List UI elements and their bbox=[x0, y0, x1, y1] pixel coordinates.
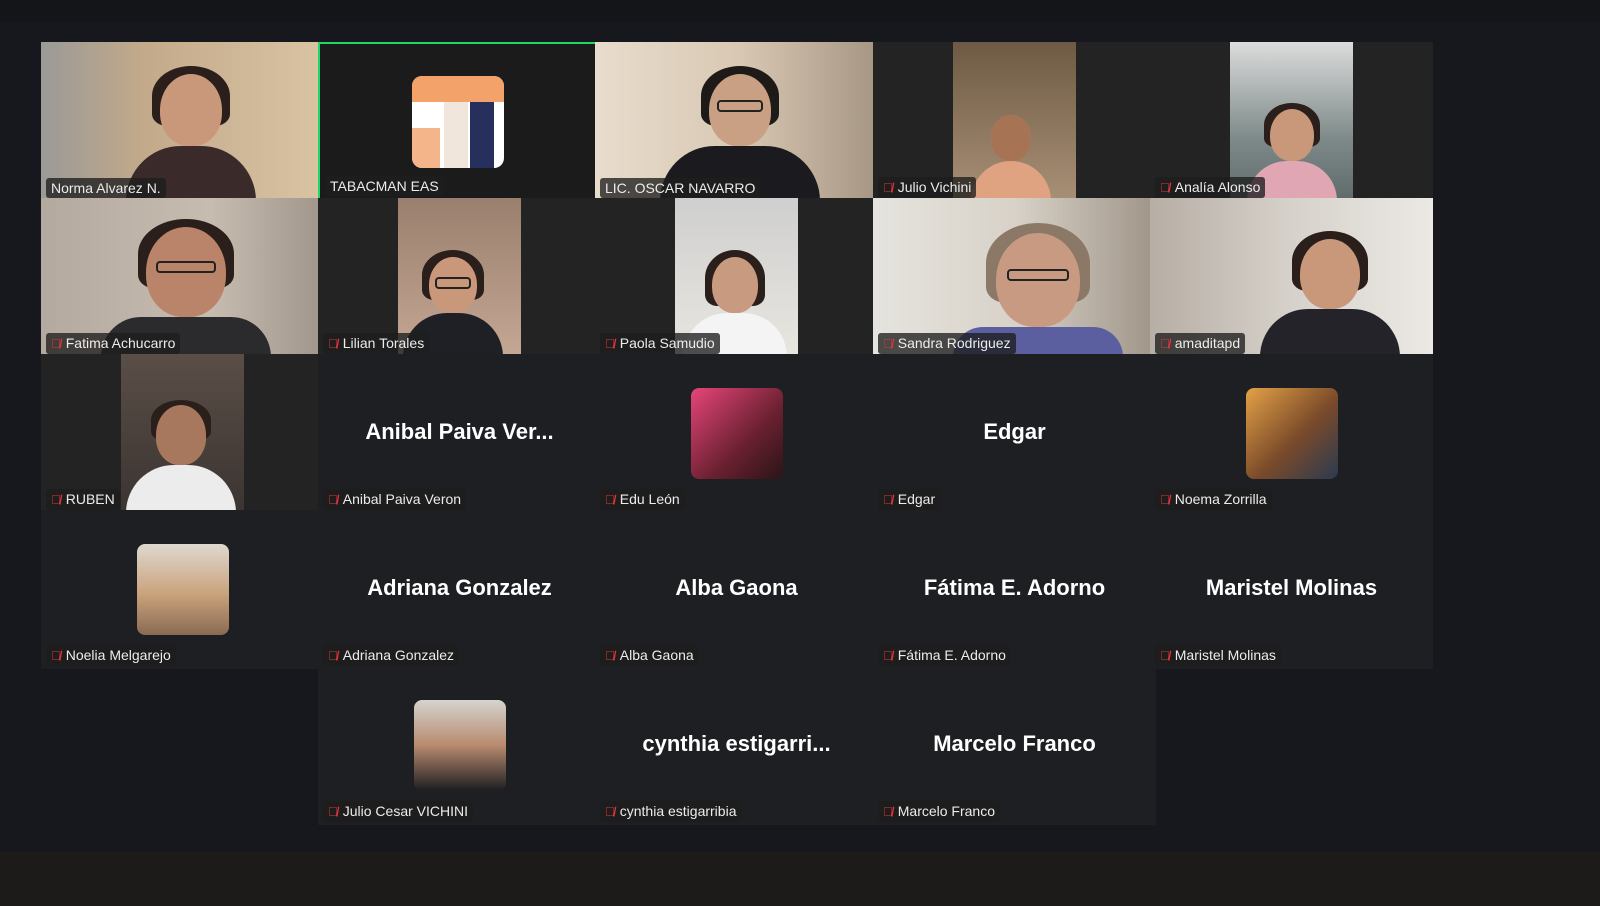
participant-tile[interactable]: Adriana Gonzalez 🎙̸ Adriana Gonzalez bbox=[318, 510, 601, 669]
mic-muted-icon: 🎙̸ bbox=[328, 336, 338, 351]
meeting-bottom-bar bbox=[0, 852, 1600, 906]
participant-display-name: Adriana Gonzalez bbox=[367, 575, 552, 600]
participant-name-tag: Norma Alvarez N. bbox=[46, 178, 166, 198]
participant-name-tag: 🎙̸ Analía Alonso bbox=[1155, 177, 1266, 198]
profile-picture bbox=[414, 700, 506, 791]
participant-name-tag: TABACMAN EAS bbox=[325, 176, 444, 196]
participant-tile[interactable]: 🎙̸ Analía Alonso bbox=[1150, 42, 1433, 201]
mic-muted-icon: 🎙̸ bbox=[605, 648, 615, 663]
participant-name-tag: 🎙̸ amaditapd bbox=[1155, 333, 1246, 354]
participant-name-tag: 🎙̸ Edgar bbox=[878, 489, 941, 510]
participant-video bbox=[121, 354, 244, 513]
mic-muted-icon: 🎙̸ bbox=[328, 804, 338, 819]
mic-muted-icon: 🎙̸ bbox=[883, 648, 893, 663]
participant-tile[interactable]: 🎙̸ Noema Zorrilla bbox=[1150, 354, 1433, 513]
mic-muted-icon: 🎙̸ bbox=[883, 336, 893, 351]
participant-tile[interactable]: Norma Alvarez N. bbox=[41, 42, 324, 201]
participant-tile-active-speaker[interactable]: TABACMAN EAS bbox=[318, 42, 601, 201]
participant-tile[interactable]: LIC. OSCAR NAVARRO bbox=[595, 42, 878, 201]
participant-display-name: Marcelo Franco bbox=[933, 731, 1096, 756]
participant-name-tag: 🎙̸ Fátima E. Adorno bbox=[878, 645, 1011, 666]
participant-tile[interactable]: 🎙̸ Lilian Torales bbox=[318, 198, 601, 357]
participant-name-tag: 🎙̸ Fatima Achucarro bbox=[46, 333, 181, 354]
participant-tile[interactable]: Fátima E. Adorno 🎙̸ Fátima E. Adorno bbox=[873, 510, 1156, 669]
participant-name-tag: 🎙̸ Anibal Paiva Veron bbox=[323, 489, 467, 510]
company-logo bbox=[412, 76, 504, 168]
mic-muted-icon: 🎙̸ bbox=[328, 492, 338, 507]
participant-display-name: cynthia estigarri... bbox=[642, 731, 831, 756]
participant-tile[interactable]: 🎙̸ Julio Cesar VICHINI bbox=[318, 666, 601, 825]
mic-muted-icon: 🎙̸ bbox=[1160, 336, 1170, 351]
participant-name-tag: 🎙̸ Marcelo Franco bbox=[878, 801, 1001, 822]
participant-tile[interactable]: 🎙̸ amaditapd bbox=[1150, 198, 1433, 357]
participant-tile[interactable]: 🎙̸ RUBEN bbox=[41, 354, 324, 513]
participant-tile[interactable]: 🎙̸ Fatima Achucarro bbox=[41, 198, 324, 357]
mic-muted-icon: 🎙̸ bbox=[883, 180, 893, 195]
participant-name-tag: 🎙̸ Lilian Torales bbox=[323, 333, 430, 354]
mic-muted-icon: 🎙̸ bbox=[51, 336, 61, 351]
mic-muted-icon: 🎙̸ bbox=[1160, 492, 1170, 507]
profile-picture bbox=[137, 544, 229, 635]
participant-name-tag: 🎙̸ RUBEN bbox=[46, 489, 120, 510]
mic-muted-icon: 🎙̸ bbox=[51, 492, 61, 507]
participant-tile[interactable]: Alba Gaona 🎙̸ Alba Gaona bbox=[595, 510, 878, 669]
participant-name-tag: LIC. OSCAR NAVARRO bbox=[600, 178, 761, 198]
mic-muted-icon: 🎙̸ bbox=[605, 804, 615, 819]
gallery-grid: Norma Alvarez N. TABACMAN EAS LIC. OSCAR… bbox=[41, 42, 1457, 840]
participant-tile[interactable]: Edgar 🎙̸ Edgar bbox=[873, 354, 1156, 513]
participant-tile[interactable]: Maristel Molinas 🎙̸ Maristel Molinas bbox=[1150, 510, 1433, 669]
participant-display-name: Maristel Molinas bbox=[1205, 575, 1378, 600]
mic-muted-icon: 🎙̸ bbox=[605, 492, 615, 507]
participant-display-name: Edgar bbox=[983, 419, 1046, 444]
participant-name-tag: 🎙̸ Noelia Melgarejo bbox=[46, 645, 176, 666]
participant-tile[interactable]: Marcelo Franco 🎙̸ Marcelo Franco bbox=[873, 666, 1156, 825]
participant-tile[interactable]: 🎙̸ Julio Vichini bbox=[873, 42, 1156, 201]
profile-picture bbox=[691, 388, 783, 479]
participant-name-tag: 🎙̸ Sandra Rodriguez bbox=[878, 333, 1016, 354]
mic-muted-icon: 🎙̸ bbox=[328, 648, 338, 663]
mic-muted-icon: 🎙̸ bbox=[883, 492, 893, 507]
participant-display-name: Fátima E. Adorno bbox=[923, 575, 1106, 600]
profile-picture bbox=[1246, 388, 1338, 479]
participant-name-tag: 🎙̸ Julio Cesar VICHINI bbox=[323, 801, 474, 822]
window-top-bar bbox=[0, 0, 1600, 22]
participant-tile[interactable]: cynthia estigarri... 🎙̸ cynthia estigarri… bbox=[595, 666, 878, 825]
participant-name-tag: 🎙̸ Alba Gaona bbox=[600, 645, 699, 666]
mic-muted-icon: 🎙̸ bbox=[51, 648, 61, 663]
participant-tile[interactable]: 🎙̸ Paola Samudio bbox=[595, 198, 878, 357]
participant-tile[interactable]: 🎙̸ Noelia Melgarejo bbox=[41, 510, 324, 669]
participant-name-tag: 🎙̸ Noema Zorrilla bbox=[1155, 489, 1272, 510]
participant-tile[interactable]: 🎙̸ Edu León bbox=[595, 354, 878, 513]
mic-muted-icon: 🎙̸ bbox=[1160, 648, 1170, 663]
participant-name-tag: 🎙̸ Edu León bbox=[600, 489, 685, 510]
mic-muted-icon: 🎙̸ bbox=[1160, 180, 1170, 195]
participant-name-tag: 🎙̸ Maristel Molinas bbox=[1155, 645, 1281, 666]
participant-name-tag: 🎙̸ Paola Samudio bbox=[600, 333, 720, 354]
participant-tile[interactable]: Anibal Paiva Ver... 🎙̸ Anibal Paiva Veron bbox=[318, 354, 601, 513]
participant-display-name: Alba Gaona bbox=[675, 575, 798, 600]
participant-name-tag: 🎙̸ cynthia estigarribia bbox=[600, 801, 742, 822]
participant-name-tag: 🎙̸ Adriana Gonzalez bbox=[323, 645, 460, 666]
mic-muted-icon: 🎙̸ bbox=[605, 336, 615, 351]
participant-tile[interactable]: 🎙̸ Sandra Rodriguez bbox=[873, 198, 1156, 357]
participant-display-name: Anibal Paiva Ver... bbox=[365, 419, 554, 444]
mic-muted-icon: 🎙̸ bbox=[883, 804, 893, 819]
participant-name-tag: 🎙̸ Julio Vichini bbox=[878, 177, 977, 198]
